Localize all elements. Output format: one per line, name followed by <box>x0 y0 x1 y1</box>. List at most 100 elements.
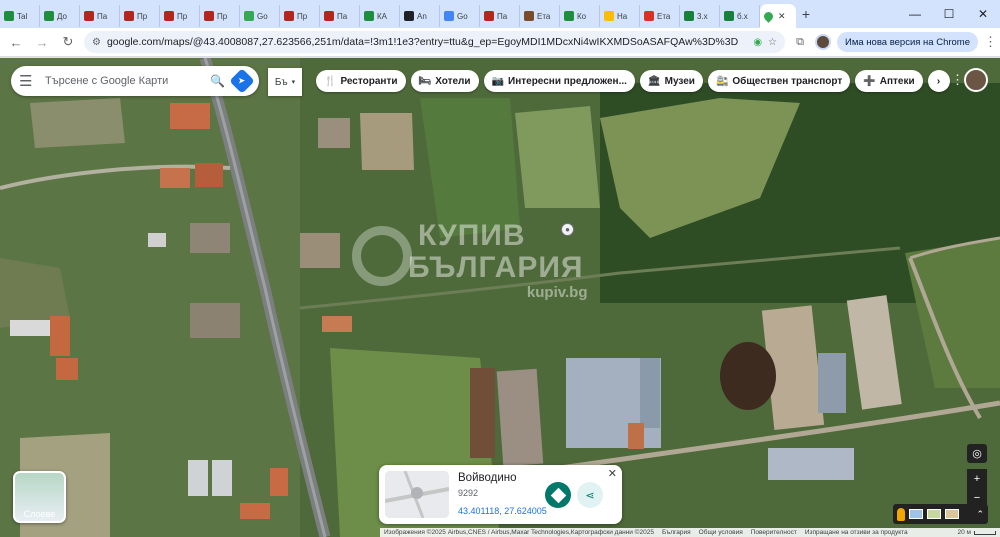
account-avatar[interactable] <box>964 68 988 92</box>
expand-up-icon[interactable]: ⌃ <box>976 509 984 520</box>
minimize-button[interactable]: — <box>898 0 932 28</box>
chip-label: Интересни предложен... <box>508 75 627 87</box>
address-bar[interactable]: ⚙ google.com/maps/@43.4008087,27.623566,… <box>84 31 786 53</box>
category-chip[interactable]: ➕ Аптеки <box>855 70 923 92</box>
place-thumbnail[interactable] <box>385 471 449 518</box>
terms-link[interactable]: Общи условия <box>699 529 743 536</box>
browser-tab[interactable]: До <box>40 5 80 27</box>
pegman-icon[interactable] <box>897 507 905 521</box>
feedback-link[interactable]: Изпращане на отзиви за продукта <box>805 529 908 536</box>
hamburger-menu-icon[interactable]: ☰ <box>19 72 37 90</box>
browser-tab[interactable]: Go <box>440 5 480 27</box>
place-coordinates[interactable]: 43.401118, 27.624005 <box>458 506 547 516</box>
layers-button[interactable]: Слоеве <box>13 471 66 523</box>
share-button[interactable]: ⋖ <box>577 482 603 508</box>
category-chip[interactable]: 🚉 Обществен транспорт <box>707 70 851 92</box>
browser-tab[interactable]: Па <box>320 5 360 27</box>
browser-tab[interactable]: An <box>400 5 440 27</box>
share-icon: ⋖ <box>585 489 595 502</box>
dropdown-caret-icon: ▾ <box>291 79 296 86</box>
browser-tab[interactable]: Па <box>80 5 120 27</box>
tab-label: б.х <box>737 11 748 21</box>
reload-button[interactable]: ↻ <box>58 34 78 50</box>
place-card[interactable]: Войводино 9292 43.401118, 27.624005 ⋖ ✕ <box>379 465 622 524</box>
category-chip[interactable]: 🛏 Хотели <box>410 70 479 92</box>
place-pin-icon[interactable]: ● <box>561 223 574 236</box>
maximize-button[interactable]: ☐ <box>932 0 966 28</box>
privacy-link[interactable]: Поверителност <box>751 529 797 536</box>
chrome-update-button[interactable]: Има нова версия на Chrome <box>837 32 978 52</box>
language-selector[interactable]: Бъ ▾ <box>268 68 302 96</box>
tab-favicon-icon <box>84 11 94 21</box>
tab-favicon-icon <box>604 11 614 21</box>
imagery-thumb-2[interactable] <box>927 509 941 519</box>
profile-avatar[interactable] <box>815 34 832 50</box>
browser-tab[interactable]: Tal <box>0 5 40 27</box>
extensions-icon[interactable]: ⧉ <box>791 36 809 49</box>
tab-list: Tal До Па Пр Пр Пр Go Пр Па КА An Go Па Ета Ко На Ета 3.x… <box>0 1 760 27</box>
tab-label: Go <box>457 11 468 21</box>
close-card-icon[interactable]: ✕ <box>608 467 617 480</box>
bookmark-star-icon[interactable]: ☆ <box>768 37 777 48</box>
imagery-thumb-3[interactable] <box>945 509 959 519</box>
tab-label: Tal <box>17 11 28 21</box>
tab-favicon-icon <box>124 11 134 21</box>
browser-tab[interactable]: Пр <box>160 5 200 27</box>
close-tab-icon[interactable]: ✕ <box>778 11 786 22</box>
zoom-in-button[interactable]: + <box>967 469 987 488</box>
watermark-line2: БЪЛГАРИЯ <box>408 251 584 284</box>
new-tab-button[interactable]: + <box>796 6 816 22</box>
browser-tab[interactable]: Ета <box>520 5 560 27</box>
watermark-line1: КУПИВ <box>418 219 526 252</box>
browser-tab[interactable]: Па <box>480 5 520 27</box>
chip-icon: 🛏 <box>418 75 432 87</box>
scale-bar[interactable]: 20 м <box>957 529 996 536</box>
browser-tab[interactable]: 3.x <box>680 5 720 27</box>
browser-tab[interactable]: Go <box>240 5 280 27</box>
search-input[interactable] <box>45 75 203 87</box>
imagery-thumb-1[interactable] <box>909 509 923 519</box>
tab-active[interactable]: ✕ <box>760 4 796 28</box>
browser-tab[interactable]: Пр <box>200 5 240 27</box>
chrome-menu-icon[interactable]: ⋮ <box>984 34 997 50</box>
imagery-attribution: Изображения ©2025 Airbus,CNES / Airbus,M… <box>384 529 654 536</box>
browser-tab[interactable]: Пр <box>280 5 320 27</box>
back-button[interactable]: ← <box>6 35 26 50</box>
category-chip[interactable]: 🏛 Музеи <box>639 70 703 92</box>
chip-label: Музеи <box>664 75 695 87</box>
watermark-logo-icon <box>352 226 412 286</box>
url-text[interactable]: google.com/maps/@43.4008087,27.623566,25… <box>107 36 747 48</box>
window-controls: — ☐ ✕ <box>898 0 1000 28</box>
browser-tab[interactable]: Пр <box>120 5 160 27</box>
tab-favicon-icon <box>684 11 694 21</box>
browser-tab[interactable]: Ета <box>640 5 680 27</box>
card-directions-button[interactable] <box>545 482 571 508</box>
search-icon[interactable]: 🔍 <box>210 74 225 88</box>
tab-favicon-icon <box>564 11 574 21</box>
browser-tab[interactable]: б.х <box>720 5 760 27</box>
country-link[interactable]: България <box>662 529 691 536</box>
tab-favicon-icon <box>404 11 414 21</box>
browser-tab[interactable]: Ко <box>560 5 600 27</box>
category-chip[interactable]: 📷 Интересни предложен... <box>483 70 635 92</box>
chip-icon: 🏛 <box>647 75 661 87</box>
tab-favicon-icon <box>364 11 374 21</box>
forward-button[interactable]: → <box>32 35 52 50</box>
tab-label: Ко <box>577 11 587 21</box>
browser-tab[interactable]: На <box>600 5 640 27</box>
map-canvas[interactable]: ☰ 🔍 ➤ Бъ ▾ 🍴Ресторанти🛏Хотели📷Интересни … <box>0 58 1000 537</box>
browser-tab[interactable]: КА <box>360 5 400 27</box>
my-location-button[interactable]: ◎ <box>967 444 987 463</box>
directions-button[interactable]: ➤ <box>229 68 255 94</box>
tab-label: Ета <box>657 11 671 21</box>
tab-label: 3.x <box>697 11 708 21</box>
site-info-icon[interactable]: ⚙ <box>92 37 101 48</box>
category-chip[interactable]: 🍴 Ресторанти <box>316 70 406 92</box>
close-window-button[interactable]: ✕ <box>966 0 1000 28</box>
directions-icon <box>550 487 566 503</box>
tab-label: Па <box>337 11 348 21</box>
watermark-url: kupiv.bg <box>526 284 588 301</box>
chip-label: Аптеки <box>879 75 915 87</box>
tab-label: Пр <box>217 11 228 21</box>
maps-location-icon[interactable]: ◉ <box>753 37 762 48</box>
